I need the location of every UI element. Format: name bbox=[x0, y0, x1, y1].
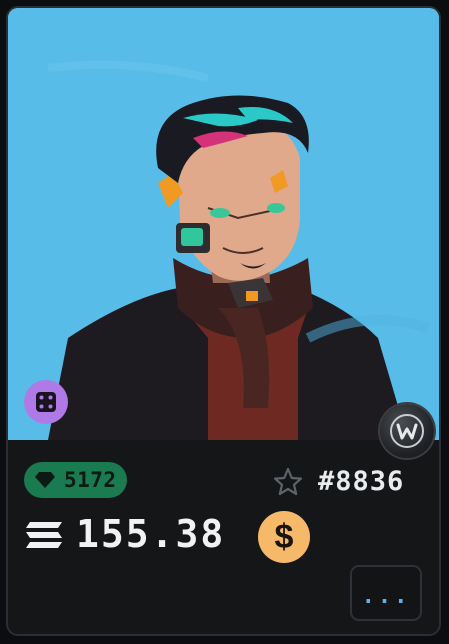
more-options-button[interactable]: ... bbox=[350, 565, 422, 621]
price-value: 155.38 bbox=[76, 512, 226, 556]
nft-card[interactable]: 5172 #8836 155.38 $ ... bbox=[6, 6, 441, 636]
usd-currency-toggle[interactable]: $ bbox=[258, 511, 310, 563]
rarity-rank-badge: 5172 bbox=[24, 462, 127, 498]
nft-artwork-image bbox=[8, 8, 439, 440]
token-id: #8836 bbox=[318, 466, 405, 497]
gem-icon bbox=[35, 472, 55, 488]
randomize-button[interactable] bbox=[24, 380, 68, 424]
dice-icon bbox=[36, 392, 56, 412]
solana-icon bbox=[26, 522, 62, 548]
star-icon bbox=[273, 467, 303, 496]
rarity-rank-value: 5172 bbox=[64, 468, 117, 492]
marketplace-badge[interactable] bbox=[380, 404, 434, 458]
nft-artwork[interactable] bbox=[8, 8, 439, 440]
w-logo-icon bbox=[390, 414, 424, 448]
favorite-button[interactable] bbox=[270, 464, 306, 500]
